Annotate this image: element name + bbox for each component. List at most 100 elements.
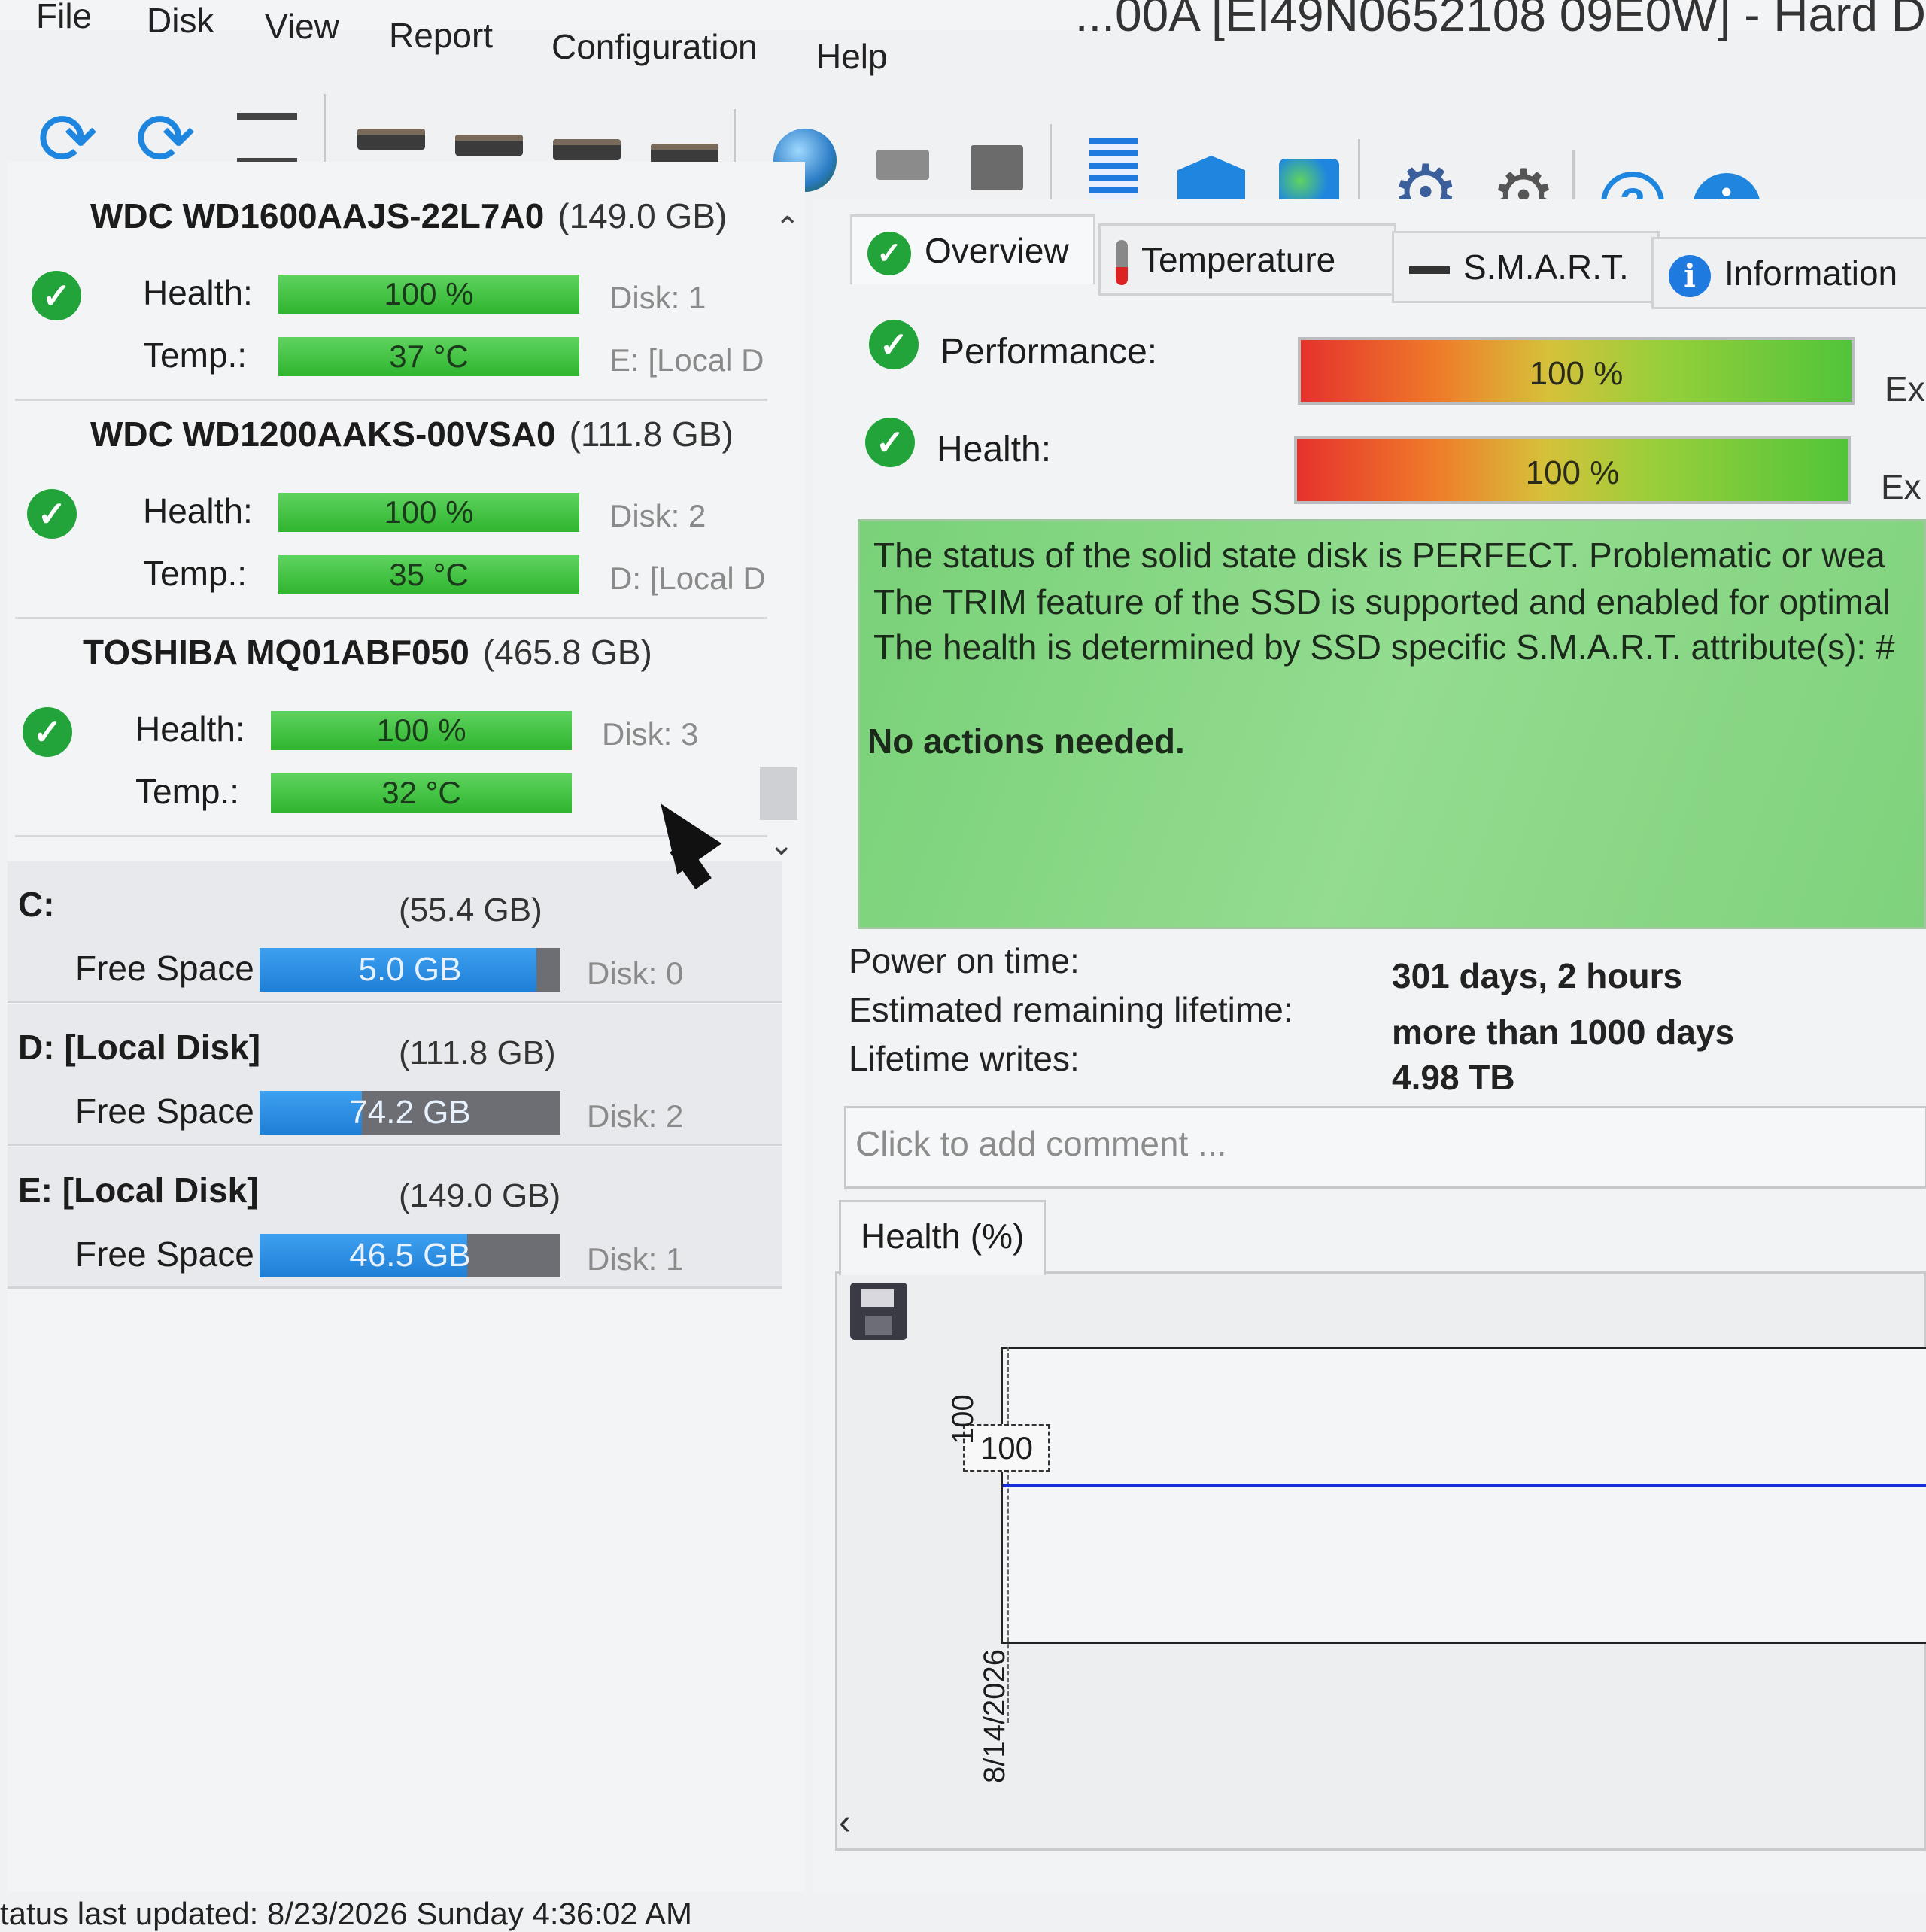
volume-name: C:	[18, 885, 55, 924]
remaining-lifetime-label: Estimated remaining lifetime:	[849, 990, 1293, 1029]
free-space-bar: 74.2 GB	[260, 1091, 560, 1135]
menu-bar: File Disk View Report Configuration Help	[0, 0, 978, 76]
temp-label: Temp.:	[135, 772, 240, 811]
comment-input[interactable]: Click to add comment ...	[844, 1106, 1926, 1189]
health-bar: 100 %	[271, 711, 572, 750]
volume-name: E: [Local Disk]	[18, 1171, 259, 1210]
scroll-thumb[interactable]	[760, 767, 797, 820]
health-label: Health:	[143, 491, 253, 530]
volume-entry[interactable]: D: [Local Disk] (111.8 GB) Free Space 74…	[8, 1004, 782, 1146]
disk-list: WDC WD1600AAJS-22L7A0 (149.0 GB) ✓ Health…	[15, 181, 767, 858]
tab-overview[interactable]: ✓ Overview	[850, 214, 1095, 284]
comment-placeholder: Click to add comment ...	[855, 1124, 1227, 1163]
disk-size: (465.8 GB)	[482, 633, 652, 672]
remaining-lifetime-value: more than 1000 days	[1392, 1013, 1735, 1052]
status-message-box: The status of the solid state disk is PE…	[858, 519, 1926, 929]
scroll-up-icon[interactable]: ⌃	[775, 211, 800, 245]
disk-entry[interactable]: WDC WD1200AAKS-00VSA0 (111.8 GB) ✓ Health…	[15, 399, 767, 619]
lifetime-writes-label: Lifetime writes:	[849, 1039, 1080, 1078]
free-space-bar: 46.5 GB	[260, 1234, 560, 1277]
temp-bar: 35 °C	[278, 555, 579, 594]
x-tick-label: 8/14/2026	[978, 1649, 1011, 1783]
health-ok-icon: ✓	[865, 418, 915, 467]
volume-size: (149.0 GB)	[399, 1177, 561, 1214]
disk-entry[interactable]: WDC WD1600AAJS-22L7A0 (149.0 GB) ✓ Health…	[15, 181, 767, 401]
thermometer-icon	[1116, 239, 1128, 285]
volume-size: (55.4 GB)	[399, 892, 542, 928]
status-bar-text: tatus last updated: 8/23/2026 Sunday 4:3…	[0, 1896, 693, 1931]
smart-icon	[1409, 266, 1450, 274]
disk-name: TOSHIBA MQ01ABF050 (465.8 GB)	[83, 633, 652, 672]
status-ok-icon: ✓	[32, 271, 81, 320]
disk-size: (149.0 GB)	[557, 196, 728, 235]
disk-number: Disk: 3	[602, 716, 699, 752]
disk-number: Disk: 1	[609, 280, 706, 315]
status-ok-icon: ✓	[23, 707, 72, 757]
window-title: ...00A [EI49N0652108 09E0W] - Hard D	[1074, 0, 1926, 41]
performance-ok-icon: ✓	[869, 320, 919, 369]
health-label: Health:	[143, 273, 253, 312]
menu-file[interactable]: File	[36, 0, 92, 36]
disk-number: Disk: 2	[609, 498, 706, 533]
health-label: Health:	[135, 709, 245, 749]
menu-disk[interactable]: Disk	[147, 0, 214, 41]
volume-entry[interactable]: C: (55.4 GB) Free Space 5.0 GB Disk: 0	[8, 861, 782, 1003]
status-line: The status of the solid state disk is PE…	[873, 536, 1885, 575]
free-space-bar: 5.0 GB	[260, 948, 560, 992]
disk-entry[interactable]: TOSHIBA MQ01ABF050 (465.8 GB) ✓ Health: 1…	[15, 617, 767, 837]
temp-bar: 37 °C	[278, 337, 579, 376]
menu-configuration[interactable]: Configuration	[551, 26, 758, 67]
disk-name: WDC WD1600AAJS-22L7A0 (149.0 GB)	[90, 196, 728, 235]
check-icon: ✓	[867, 231, 911, 275]
copy-disk-icon[interactable]	[959, 130, 1034, 205]
temp-label: Temp.:	[143, 554, 248, 593]
health-bar: 100 %	[278, 275, 579, 314]
tab-health-chart[interactable]: Health (%)	[839, 1200, 1046, 1275]
scroll-down-icon[interactable]: ⌄	[769, 828, 794, 862]
status-line: The health is determined by SSD specific…	[873, 627, 1895, 667]
volume-disk: Disk: 1	[587, 1241, 684, 1277]
free-space-label: Free Space	[75, 949, 254, 988]
disk-size: (111.8 GB)	[569, 415, 734, 454]
tab-smart-label: S.M.A.R.T.	[1463, 248, 1629, 287]
tab-temperature-label: Temperature	[1141, 240, 1336, 279]
network-icon[interactable]	[865, 127, 940, 202]
tab-overview-label: Overview	[925, 231, 1069, 270]
temp-bar: 32 °C	[271, 773, 572, 813]
health-series-line	[1003, 1484, 1926, 1487]
volume-name: D: [Local Disk]	[18, 1028, 261, 1067]
free-space-label: Free Space	[75, 1235, 254, 1274]
volume-size: (111.8 GB)	[399, 1034, 556, 1071]
volume-entry[interactable]: E: [Local Disk] (149.0 GB) Free Space 46…	[8, 1147, 782, 1289]
performance-label: Performance:	[940, 332, 1158, 372]
status-ok-icon: ✓	[27, 489, 77, 539]
lifetime-writes-value: 4.98 TB	[1392, 1058, 1515, 1097]
chart-plot-area	[1001, 1347, 1926, 1644]
volume-disk: Disk: 2	[587, 1098, 684, 1134]
power-on-time-value: 301 days, 2 hours	[1392, 956, 1683, 995]
power-on-time-label: Power on time:	[849, 941, 1080, 980]
tab-strip: ✓ Overview Temperature S.M.A.R.T. i Inform…	[850, 207, 1926, 309]
menu-report[interactable]: Report	[389, 15, 493, 56]
tab-temperature[interactable]: Temperature	[1098, 223, 1396, 296]
scroll-left-icon[interactable]: ‹	[839, 1802, 851, 1843]
tab-information-label: Information	[1724, 254, 1898, 293]
menu-view[interactable]: View	[265, 6, 339, 47]
temp-label: Temp.:	[143, 336, 248, 375]
health-rating: Ex	[1881, 467, 1921, 506]
disk-name: WDC WD1200AAKS-00VSA0 (111.8 GB)	[90, 415, 734, 454]
status-line: The TRIM feature of the SSD is supported…	[873, 582, 1891, 621]
disk-volume: D: [Local D	[609, 560, 766, 596]
health-bar: 100 %	[1294, 436, 1851, 504]
tab-information[interactable]: i Information	[1651, 237, 1926, 309]
tab-smart[interactable]: S.M.A.R.T.	[1392, 231, 1660, 303]
performance-bar: 100 %	[1298, 337, 1855, 405]
save-icon[interactable]	[850, 1283, 907, 1340]
disk-volume: E: [Local D	[609, 342, 764, 378]
volume-list: C: (55.4 GB) Free Space 5.0 GB Disk: 0 D…	[8, 861, 790, 1313]
free-space-label: Free Space	[75, 1092, 254, 1131]
info-icon: i	[1669, 254, 1711, 297]
free-space-value: 74.2 GB	[349, 1094, 471, 1131]
health-bar: 100 %	[278, 493, 579, 532]
volume-disk: Disk: 0	[587, 955, 684, 991]
